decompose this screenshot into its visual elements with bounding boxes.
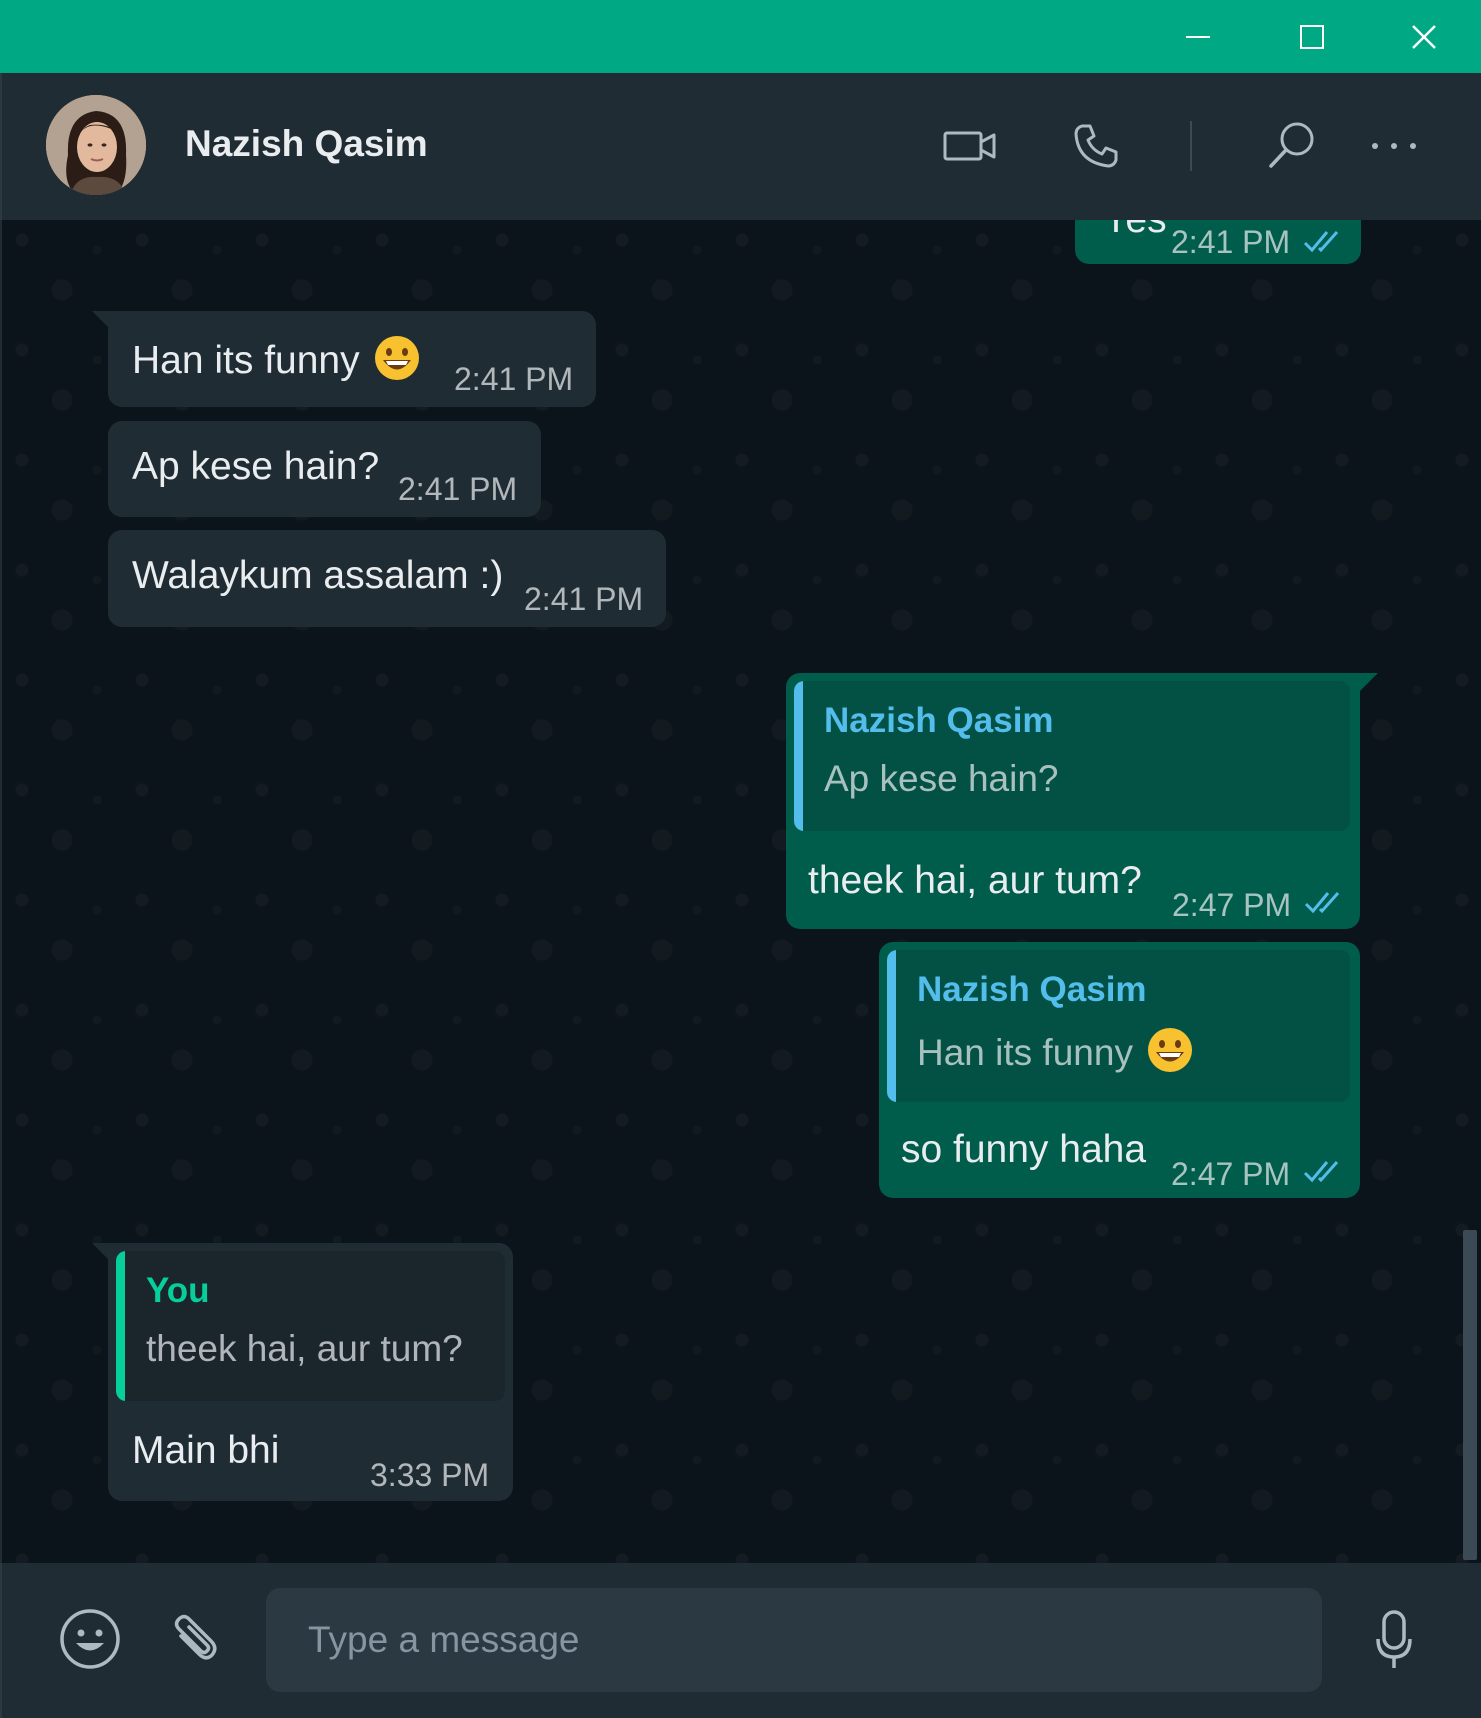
message-incoming[interactable]: You theek hai, aur tum? Main bhi 3:33 PM bbox=[92, 1243, 513, 1501]
window-title-bar bbox=[0, 0, 1481, 73]
message-time: 2:41 PM bbox=[398, 471, 518, 507]
message-time: 2:41 PM bbox=[524, 581, 644, 617]
maximize-button[interactable] bbox=[1262, 0, 1362, 73]
contact-name[interactable]: Nazish Qasim bbox=[185, 123, 428, 165]
composer-bar bbox=[0, 1563, 1481, 1718]
quote-sender: Nazish Qasim bbox=[917, 970, 1147, 1009]
quote-text: Ap kese hain? bbox=[824, 758, 1059, 799]
bubble-tail bbox=[92, 311, 110, 329]
message-text: Ap kese hain? bbox=[132, 445, 380, 488]
more-options-icon bbox=[1372, 143, 1416, 149]
message-outgoing[interactable]: Yes 2:41 PM bbox=[1075, 220, 1361, 264]
contact-photo bbox=[46, 95, 146, 195]
message-input[interactable] bbox=[266, 1588, 1322, 1692]
close-icon bbox=[1412, 24, 1436, 49]
quote-text: Han its funny bbox=[917, 1027, 1193, 1074]
minimize-icon bbox=[1186, 35, 1210, 38]
message-incoming[interactable]: Han its funny 2:41 PM bbox=[92, 311, 596, 407]
microphone-icon bbox=[1376, 1610, 1412, 1668]
emoji-icon bbox=[60, 1609, 120, 1669]
quoted-message[interactable]: Nazish Qasim Han its funny bbox=[887, 950, 1350, 1102]
minimize-button[interactable] bbox=[1148, 0, 1248, 73]
voice-message-button[interactable] bbox=[1366, 1605, 1422, 1675]
voice-call-icon bbox=[1074, 124, 1118, 168]
search-button[interactable] bbox=[1262, 117, 1322, 173]
attach-icon bbox=[174, 1614, 217, 1660]
message-text: Yes bbox=[1103, 220, 1167, 242]
maximize-icon bbox=[1300, 24, 1324, 49]
message-text: Han its funny bbox=[132, 335, 420, 383]
video-call-icon bbox=[943, 131, 996, 161]
quote-text: theek hai, aur tum? bbox=[146, 1328, 463, 1369]
message-time: 2:47 PM bbox=[1172, 887, 1292, 923]
message-time: 3:33 PM bbox=[370, 1457, 490, 1493]
quote-sender: Nazish Qasim bbox=[824, 701, 1054, 740]
header-divider bbox=[1190, 121, 1192, 171]
read-receipt-icon bbox=[1303, 1161, 1339, 1183]
quote-accent-bar bbox=[794, 681, 803, 831]
attach-button[interactable] bbox=[160, 1605, 226, 1671]
message-text: so funny haha bbox=[901, 1128, 1147, 1171]
bubble-tail bbox=[92, 1243, 110, 1261]
message-time: 2:41 PM bbox=[1171, 224, 1291, 260]
avatar[interactable] bbox=[46, 95, 146, 195]
quoted-message[interactable]: Nazish Qasim Ap kese hain? bbox=[794, 681, 1350, 831]
message-text: Walaykum assalam :) bbox=[132, 554, 504, 597]
read-receipt-icon bbox=[1303, 231, 1339, 253]
quoted-message[interactable]: You theek hai, aur tum? bbox=[116, 1251, 505, 1401]
search-icon bbox=[1269, 122, 1314, 168]
voice-call-button[interactable] bbox=[1066, 119, 1126, 173]
quote-accent-bar bbox=[116, 1251, 125, 1401]
bubble-tail bbox=[1360, 673, 1378, 691]
message-time: 2:47 PM bbox=[1171, 1156, 1291, 1192]
video-call-button[interactable] bbox=[940, 121, 1000, 171]
scrollbar-thumb[interactable] bbox=[1463, 1230, 1477, 1560]
message-text: theek hai, aur tum? bbox=[808, 859, 1142, 902]
message-incoming[interactable]: Ap kese hain? 2:41 PM bbox=[108, 421, 541, 517]
message-incoming[interactable]: Walaykum assalam :) 2:41 PM bbox=[108, 530, 666, 627]
message-outgoing[interactable]: Nazish Qasim Ap kese hain? theek hai, au… bbox=[786, 673, 1378, 929]
quote-accent-bar bbox=[887, 950, 896, 1102]
message-time: 2:41 PM bbox=[454, 361, 574, 397]
message-input-box[interactable] bbox=[266, 1588, 1322, 1692]
quote-sender: You bbox=[146, 1271, 210, 1310]
chat-header: Nazish Qasim bbox=[0, 73, 1481, 220]
grinning-face-emoji-icon bbox=[1147, 1028, 1192, 1072]
emoji-button[interactable] bbox=[54, 1603, 126, 1675]
grinning-face-emoji-icon bbox=[374, 336, 419, 380]
message-text: Main bhi bbox=[132, 1429, 280, 1472]
message-list[interactable]: Yes 2:41 PM Han its funny 2:41 PM Ap kes… bbox=[0, 220, 1481, 1563]
message-outgoing[interactable]: Nazish Qasim Han its funny so funny haha… bbox=[879, 942, 1360, 1198]
more-options-button[interactable] bbox=[1366, 123, 1422, 169]
close-button[interactable] bbox=[1374, 0, 1474, 73]
read-receipt-icon bbox=[1304, 892, 1340, 914]
